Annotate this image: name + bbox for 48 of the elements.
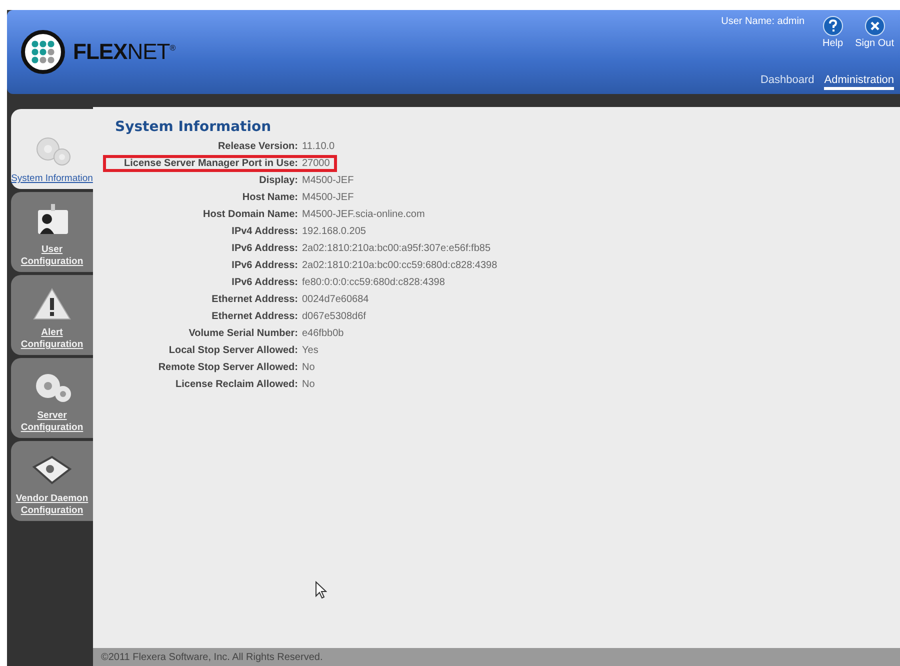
sidebar-tab[interactable]: System Information [11, 109, 93, 189]
field-label: IPv4 Address: [230, 226, 298, 238]
sign-out-button[interactable]: Sign Out [855, 16, 894, 49]
field-value: 27000 [302, 158, 331, 170]
field-label: Release Version: [216, 140, 298, 152]
field-label: IPv6 Address: [230, 260, 298, 272]
logo-text: FLEXNET$^{®}$ [73, 39, 176, 65]
field-value: 2a02:1810:210a:bc00:cc59:680d:c828:4398 [302, 260, 498, 272]
field-value: M4500-JEF [302, 174, 355, 186]
field-value: Yes [302, 344, 320, 356]
field-label: IPv6 Address: [230, 242, 298, 254]
sidebar-tab[interactable]: Vendor Daemon Configuration [11, 441, 93, 521]
sidebar-tab[interactable]: Alert Configuration [11, 275, 93, 355]
field-label: Host Domain Name: [202, 208, 298, 220]
close-icon [864, 16, 885, 36]
help-button[interactable]: Help [822, 16, 844, 49]
sidebar-tab[interactable]: User Configuration [11, 192, 93, 272]
nav-tab[interactable]: Administration [824, 74, 894, 90]
field-label: Host Name: [241, 192, 298, 204]
logo-icon [21, 30, 65, 74]
sidebar-tab[interactable]: Server Configuration [11, 358, 93, 438]
field-label: Ethernet Address: [210, 310, 298, 322]
field-value: M4500-JEF [302, 192, 355, 204]
field-value: 0024d7e60684 [302, 294, 370, 306]
warning-icon [32, 287, 72, 321]
field-label: IPv6 Address: [230, 276, 298, 288]
field-value: d067e5308d6f [302, 310, 367, 322]
user-name-label: User Name: admin [721, 16, 804, 27]
field-value: No [302, 362, 316, 374]
field-label: Local Stop Server Allowed: [168, 344, 298, 356]
field-label: Remote Stop Server Allowed: [157, 362, 298, 374]
field-value: M4500-JEF.scia-online.com [302, 208, 426, 220]
field-label: License Reclaim Allowed: [174, 378, 298, 390]
field-value: e46fbb0b [302, 328, 345, 340]
field-label: Ethernet Address: [210, 294, 298, 306]
copyright-text: ©2011 Flexera Software, Inc. All Rights Reserved. [101, 652, 323, 662]
cursor-icon [315, 581, 327, 599]
field-value: 192.168.0.205 [302, 226, 367, 238]
field-value: 11.10.0 [302, 140, 336, 152]
nav-tab[interactable]: Dashboard [760, 74, 814, 90]
field-label: License Server Manager Port in Use: [123, 158, 298, 170]
help-icon [822, 16, 843, 36]
field-label: Display: [258, 174, 298, 186]
field-value: 2a02:1810:210a:bc00:a95f:307e:e56f:fb85 [302, 242, 492, 254]
field-value: No [302, 378, 316, 390]
field-value: fe80:0:0:0:cc59:680d:c828:4398 [302, 276, 446, 288]
field-label: Volume Serial Number: [188, 328, 298, 340]
page-title: System Information [115, 119, 272, 135]
